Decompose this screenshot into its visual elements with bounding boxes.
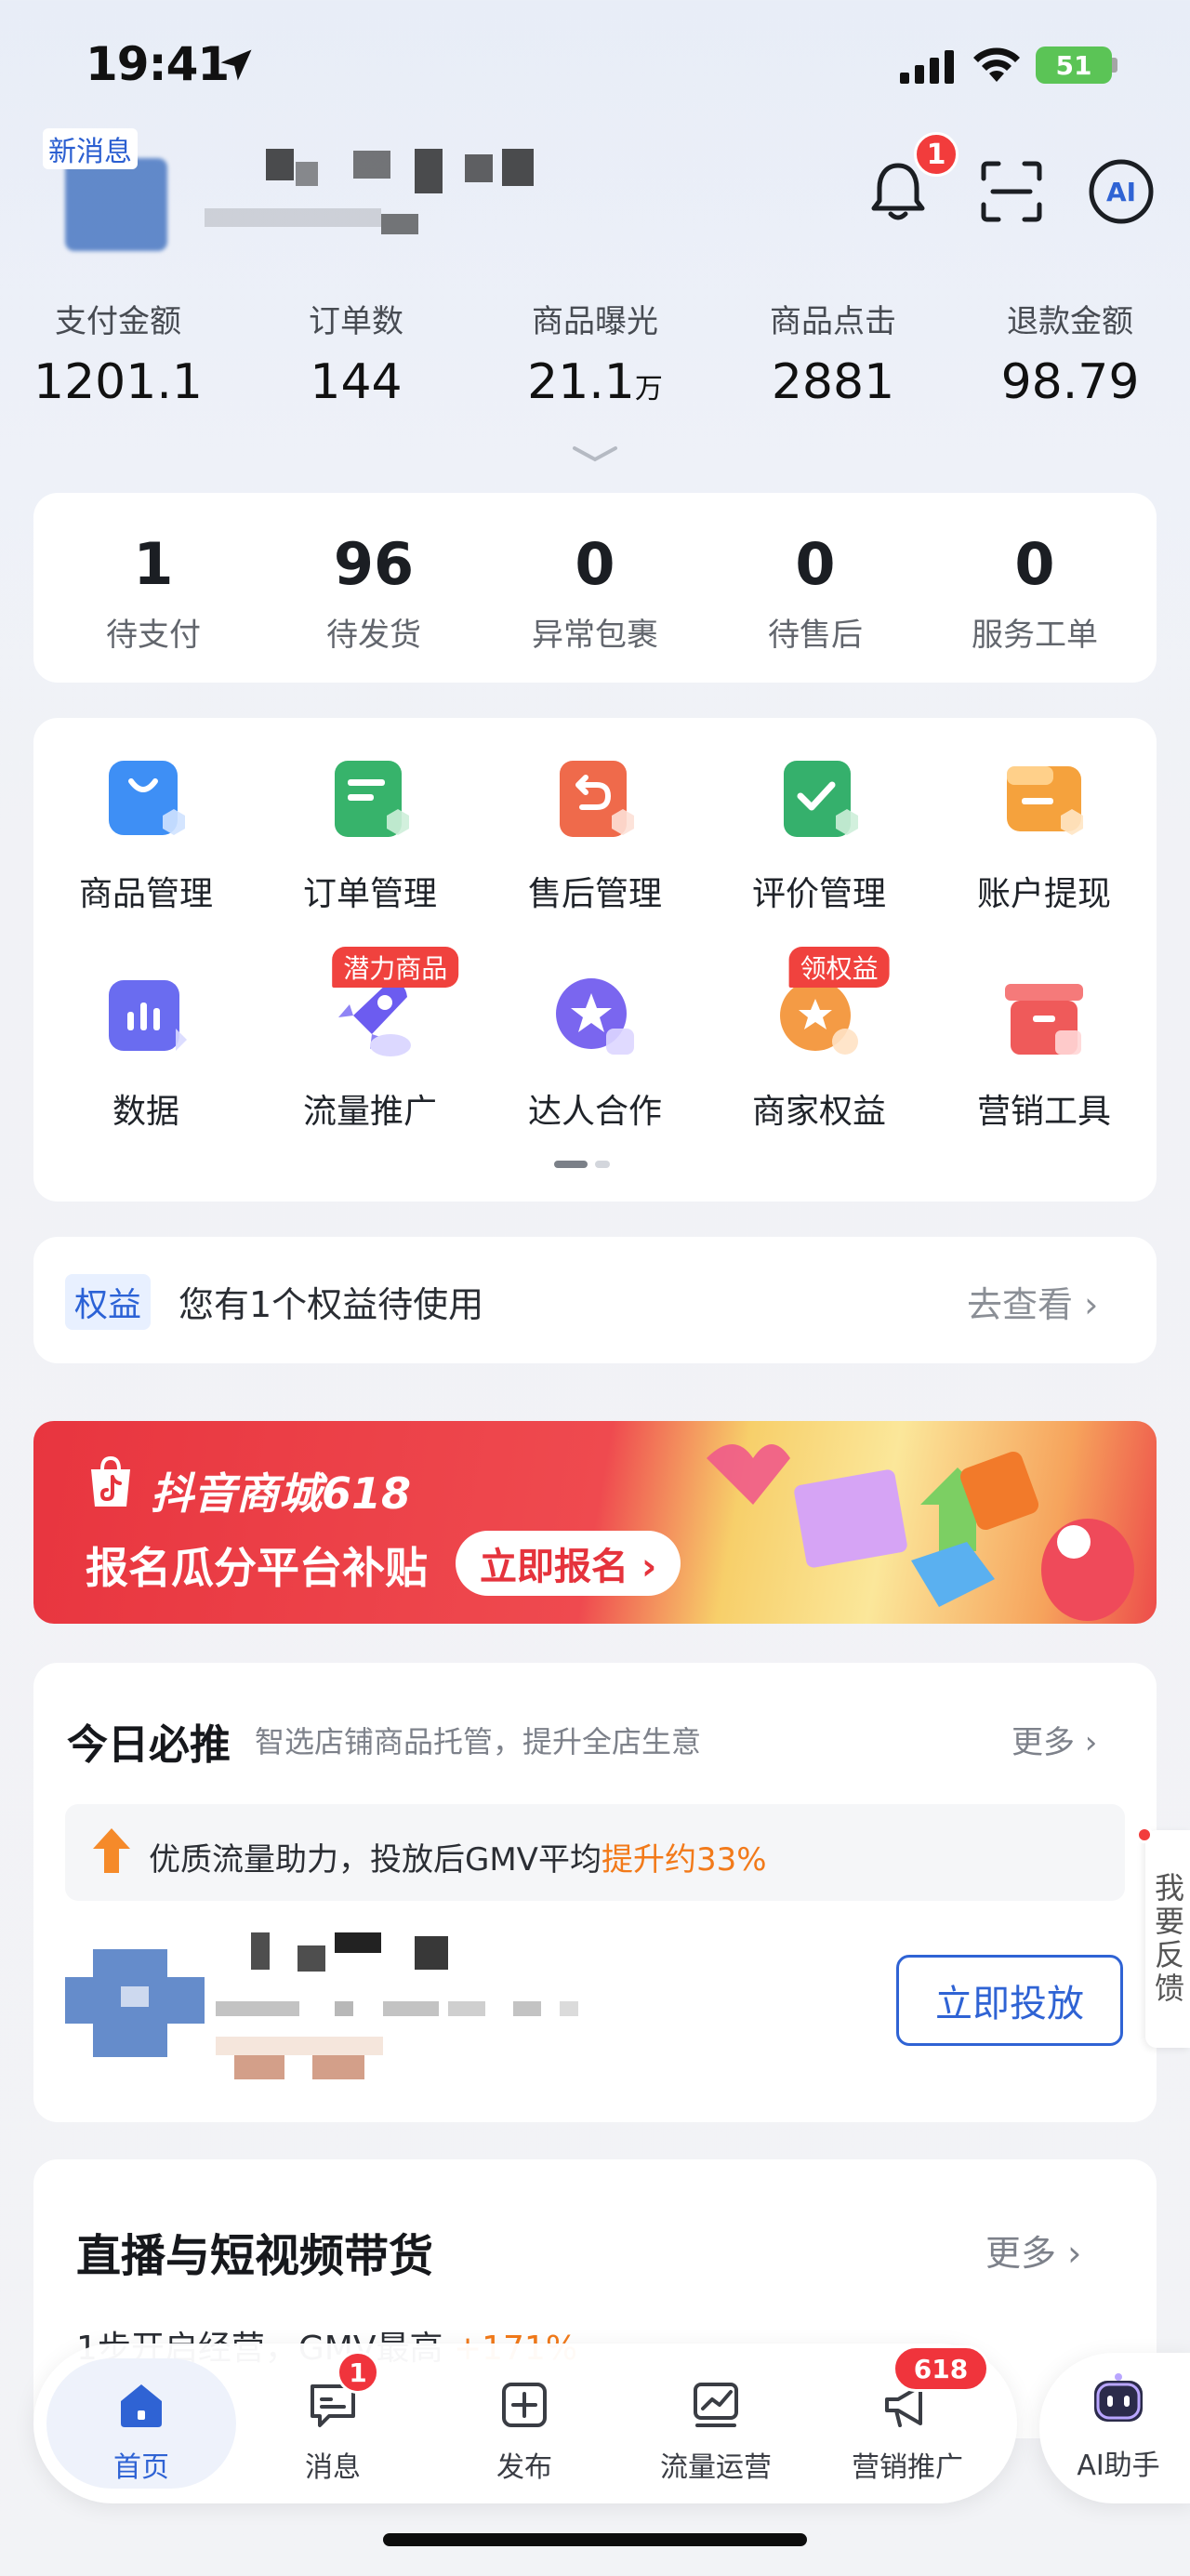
stat-value: 1201.1 bbox=[33, 354, 203, 410]
feedback-dot bbox=[1136, 1826, 1153, 1843]
stat-value: 21.1 bbox=[527, 354, 635, 410]
todo-pending-payment[interactable]: 1 待支付 bbox=[42, 530, 265, 655]
nav-home[interactable]: 首页 bbox=[48, 2377, 234, 2485]
potential-product-tag: 潜力商品 bbox=[332, 947, 459, 988]
product-thumbnail-redacted[interactable] bbox=[65, 1931, 205, 2070]
stat-value: 2881 bbox=[771, 354, 895, 410]
benefit-view-link[interactable]: 去查看 › bbox=[967, 1276, 1098, 1327]
grid-page-indicator bbox=[554, 1161, 610, 1168]
today-push-more-link[interactable]: 更多 › bbox=[1012, 1717, 1097, 1762]
live-video-more-link[interactable]: 更多 › bbox=[985, 2224, 1081, 2276]
trend-chart-icon bbox=[688, 2377, 744, 2433]
todo-service-ticket[interactable]: 0 服务工单 bbox=[923, 530, 1146, 655]
nav-publish[interactable]: 发布 bbox=[431, 2377, 617, 2485]
stat-refund[interactable]: 退款金额 98.79 bbox=[959, 296, 1182, 410]
battery-cap bbox=[1112, 58, 1117, 73]
product-name-redacted bbox=[251, 1932, 448, 1972]
scan-icon[interactable] bbox=[976, 156, 1047, 227]
feedback-tab[interactable]: 我要反馈 bbox=[1145, 1830, 1190, 2048]
status-time: 19:41 bbox=[86, 37, 230, 91]
ai-circle-icon[interactable]: AI bbox=[1086, 156, 1157, 227]
up-arrow-icon bbox=[93, 1828, 130, 1873]
svg-text:AI: AI bbox=[1106, 177, 1136, 207]
grid-item-data[interactable]: 数据 bbox=[33, 973, 258, 1133]
shop-avatar[interactable] bbox=[65, 158, 167, 251]
new-message-tag: 新消息 bbox=[43, 128, 138, 169]
home-icon bbox=[113, 2377, 169, 2433]
banner-title: 抖音商城618 bbox=[151, 1468, 412, 1519]
today-push-title: 今日必推 bbox=[67, 1721, 231, 1769]
nav-messages[interactable]: 1 消息 bbox=[240, 2351, 426, 2485]
rocket-icon: 潜力商品 bbox=[325, 947, 459, 1062]
stat-exposure[interactable]: 商品曝光 21.1万 bbox=[483, 296, 707, 410]
product-price-redacted bbox=[216, 2037, 383, 2079]
withdraw-icon bbox=[999, 755, 1089, 844]
stat-clicks[interactable]: 商品点击 2881 bbox=[721, 296, 945, 410]
message-icon: 1 bbox=[305, 2351, 379, 2433]
wifi-icon bbox=[973, 47, 1020, 82]
shop-name-redacted[interactable] bbox=[195, 149, 558, 242]
data-icon bbox=[101, 973, 191, 1062]
benefit-icon: 领权益 bbox=[774, 947, 890, 1062]
product-icon bbox=[101, 755, 191, 844]
live-video-title: 直播与短视频带货 bbox=[76, 2230, 434, 2282]
stat-payment[interactable]: 支付金额 1201.1 bbox=[7, 296, 230, 410]
nav-traffic-ops[interactable]: 流量运营 bbox=[623, 2377, 809, 2485]
notification-badge: 1 bbox=[914, 132, 959, 177]
douyin-mall-logo-icon bbox=[91, 1455, 130, 1507]
stat-unit: 万 bbox=[634, 373, 663, 405]
messages-badge: 1 bbox=[337, 2351, 379, 2394]
todo-abnormal-package[interactable]: 0 异常包裹 bbox=[483, 530, 707, 655]
today-push-subtitle: 智选店铺商品托管，提升全店生意 bbox=[255, 1724, 702, 1759]
grid-item-order[interactable]: 订单管理 bbox=[258, 755, 483, 915]
ai-assistant-label: AI助手 bbox=[1077, 2450, 1160, 2482]
banner-decoration bbox=[707, 1444, 1134, 1621]
expand-chevron-icon[interactable] bbox=[569, 441, 621, 467]
aftersale-icon bbox=[550, 755, 640, 844]
claim-benefit-tag: 领权益 bbox=[788, 947, 890, 988]
benefit-text: 您有1个权益待使用 bbox=[178, 1284, 484, 1325]
stat-value: 144 bbox=[310, 354, 403, 410]
grid-item-product[interactable]: 商品管理 bbox=[33, 755, 258, 915]
todo-pending-aftersale[interactable]: 0 待售后 bbox=[704, 530, 927, 655]
grid-item-traffic[interactable]: 潜力商品 流量推广 bbox=[258, 947, 483, 1133]
launch-now-button[interactable]: 立即投放 bbox=[896, 1955, 1123, 2046]
tip-highlight: 提升约33% bbox=[601, 1841, 767, 1879]
product-desc-redacted bbox=[216, 2001, 578, 2016]
grid-item-aftersale[interactable]: 售后管理 bbox=[483, 755, 707, 915]
ai-assistant-button[interactable]: AI助手 bbox=[1039, 2353, 1190, 2503]
register-now-button[interactable]: 立即报名 › bbox=[456, 1531, 681, 1596]
benefit-tag: 权益 bbox=[65, 1274, 152, 1330]
battery-indicator: 51 bbox=[1036, 46, 1112, 84]
nav-marketing[interactable]: 618 营销推广 bbox=[814, 2345, 1000, 2485]
star-icon bbox=[550, 973, 640, 1062]
review-icon bbox=[774, 755, 864, 844]
location-arrow-icon bbox=[220, 49, 252, 81]
stat-orders[interactable]: 订单数 144 bbox=[245, 296, 468, 410]
publish-plus-icon bbox=[496, 2377, 552, 2433]
megaphone-icon: 618 bbox=[879, 2345, 989, 2433]
home-indicator[interactable] bbox=[383, 2533, 807, 2546]
todo-pending-shipment[interactable]: 96 待发货 bbox=[262, 530, 485, 655]
order-icon bbox=[325, 755, 415, 844]
banner-subtitle: 报名瓜分平台补贴 bbox=[86, 1543, 428, 1593]
stat-value: 98.79 bbox=[1000, 354, 1140, 410]
traffic-tip-text: 优质流量助力，投放后GMV平均提升约33% bbox=[149, 1841, 767, 1879]
grid-item-marketing-tools[interactable]: 营销工具 bbox=[932, 973, 1157, 1133]
marketing-badge: 618 bbox=[892, 2345, 989, 2392]
robot-icon bbox=[1094, 2373, 1143, 2422]
grid-item-influencer[interactable]: 达人合作 bbox=[483, 973, 707, 1133]
grid-item-withdraw[interactable]: 账户提现 bbox=[932, 755, 1157, 915]
gift-box-icon bbox=[999, 973, 1089, 1062]
grid-item-merchant-benefit[interactable]: 领权益 商家权益 bbox=[707, 947, 932, 1133]
cellular-signal-icon bbox=[900, 50, 954, 84]
grid-item-review[interactable]: 评价管理 bbox=[707, 755, 932, 915]
